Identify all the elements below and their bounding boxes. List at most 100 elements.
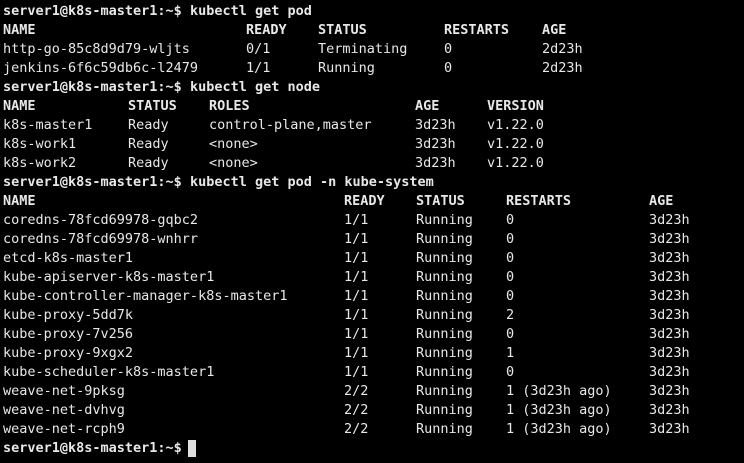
pod-name: weave-net-dvhvg: [3, 402, 125, 418]
pod-restarts: 0: [444, 60, 453, 76]
table-row: etcd-k8s-master1 1/1 Running 0 3d23h: [3, 249, 741, 268]
pod-ready: 1/1: [344, 231, 369, 247]
node-version: v1.22.0: [487, 117, 544, 133]
pod-ready: 1/1: [246, 60, 271, 76]
node-age: 3d23h: [415, 117, 456, 133]
pod-age: 3d23h: [649, 269, 690, 285]
pod-status: Running: [318, 60, 375, 76]
pod-restarts: 0: [506, 231, 515, 247]
pod-name: weave-net-9pksg: [3, 383, 125, 399]
pod-status: Running: [416, 250, 473, 266]
pod-status: Running: [416, 345, 473, 361]
pod-ready: 1/1: [344, 364, 369, 380]
pod-restarts: 2: [506, 307, 515, 323]
column-header-age: AGE: [415, 98, 440, 114]
column-header-name: NAME: [3, 193, 36, 209]
pod-name: kube-proxy-7v256: [3, 326, 134, 342]
node-roles: control-plane,master: [209, 117, 372, 133]
shell-prompt: server1@k8s-master1:~$: [3, 440, 182, 456]
pod-age: 3d23h: [649, 345, 690, 361]
pod-status: Running: [416, 402, 473, 418]
pod-age: 3d23h: [649, 421, 690, 437]
table-row: kube-apiserver-k8s-master1 1/1 Running 0 3d2…: [3, 268, 741, 287]
pod-name: kube-proxy-5dd7k: [3, 307, 134, 323]
table-row: kube-proxy-5dd7k 1/1 Running 2 3d23h: [3, 306, 741, 325]
table-header: NAME STATUS ROLES AGE VERSION: [3, 97, 741, 116]
pod-restarts: 0: [444, 41, 453, 57]
pod-ready: 1/1: [344, 269, 369, 285]
pod-ready: 2/2: [344, 383, 369, 399]
column-header-status: STATUS: [128, 98, 177, 114]
node-name: k8s-master1: [3, 117, 93, 133]
terminal-window[interactable]: server1@k8s-master1:~$ kubectl get pod N…: [0, 0, 744, 463]
column-header-age: AGE: [649, 193, 674, 209]
pod-status: Terminating: [318, 41, 408, 57]
node-status: Ready: [128, 155, 169, 171]
column-header-ready: READY: [246, 22, 287, 38]
command-line[interactable]: server1@k8s-master1:~$: [3, 439, 741, 458]
pod-restarts: 1 (3d23h ago): [506, 421, 612, 437]
table-row: k8s-work2 Ready <none> 3d23h v1.22.0: [3, 154, 741, 173]
shell-prompt: server1@k8s-master1:~$: [3, 174, 182, 190]
pod-name: kube-apiserver-k8s-master1: [3, 269, 215, 285]
pod-age: 3d23h: [649, 402, 690, 418]
pod-ready: 0/1: [246, 41, 271, 57]
node-roles: <none>: [209, 155, 258, 171]
pod-name: kube-controller-manager-k8s-master1: [3, 288, 288, 304]
column-header-restarts: RESTARTS: [444, 22, 510, 38]
pod-status: Running: [416, 231, 473, 247]
table-row: jenkins-6f6c59db6c-l2479 1/1 Running 0 2d23h: [3, 59, 741, 78]
pod-restarts: 0: [506, 288, 515, 304]
pod-restarts: 0: [506, 212, 515, 228]
pod-age: 3d23h: [649, 212, 690, 228]
pod-status: Running: [416, 326, 473, 342]
pod-age: 3d23h: [649, 250, 690, 266]
pod-age: 3d23h: [649, 231, 690, 247]
pod-restarts: 1 (3d23h ago): [506, 383, 612, 399]
node-version: v1.22.0: [487, 136, 544, 152]
pod-status: Running: [416, 307, 473, 323]
pod-status: Running: [416, 383, 473, 399]
pod-restarts: 1: [506, 345, 515, 361]
column-header-name: NAME: [3, 98, 36, 114]
table-row: k8s-work1 Ready <none> 3d23h v1.22.0: [3, 135, 741, 154]
pod-ready: 2/2: [344, 402, 369, 418]
pod-name: kube-proxy-9xgx2: [3, 345, 134, 361]
pod-name: etcd-k8s-master1: [3, 250, 134, 266]
column-header-age: AGE: [542, 22, 567, 38]
table-header: NAME READY STATUS RESTARTS AGE: [3, 192, 741, 211]
pod-name: coredns-78fcd69978-wnhrr: [3, 231, 199, 247]
node-status: Ready: [128, 117, 169, 133]
table-row: kube-scheduler-k8s-master1 1/1 Running 0 3d2…: [3, 363, 741, 382]
command-line: server1@k8s-master1:~$ kubectl get node: [3, 78, 741, 97]
command-text: kubectl get node: [189, 79, 320, 95]
pod-ready: 1/1: [344, 288, 369, 304]
pod-name: http-go-85c8d9d79-wljts: [3, 41, 190, 57]
table-row: kube-proxy-9xgx2 1/1 Running 1 3d23h: [3, 344, 741, 363]
node-name: k8s-work2: [3, 155, 77, 171]
column-header-status: STATUS: [318, 22, 367, 38]
command-text: kubectl get pod: [189, 3, 312, 19]
pod-age: 3d23h: [649, 288, 690, 304]
command-text: kubectl get pod -n kube-system: [189, 174, 434, 190]
pod-restarts: 0: [506, 250, 515, 266]
pod-restarts: 1 (3d23h ago): [506, 402, 612, 418]
pod-restarts: 0: [506, 364, 515, 380]
pod-name: weave-net-rcph9: [3, 421, 125, 437]
column-header-name: NAME: [3, 22, 36, 38]
node-status: Ready: [128, 136, 169, 152]
shell-prompt: server1@k8s-master1:~$: [3, 3, 182, 19]
pod-restarts: 0: [506, 326, 515, 342]
pod-ready: 1/1: [344, 345, 369, 361]
pod-status: Running: [416, 421, 473, 437]
table-row: kube-proxy-7v256 1/1 Running 0 3d23h: [3, 325, 741, 344]
pod-ready: 2/2: [344, 421, 369, 437]
pod-age: 2d23h: [542, 41, 583, 57]
table-row: weave-net-9pksg 2/2 Running 1 (3d23h ago) 3d…: [3, 382, 741, 401]
pod-restarts: 0: [506, 269, 515, 285]
table-row: coredns-78fcd69978-gqbc2 1/1 Running 0 3d23h: [3, 211, 741, 230]
column-header-restarts: RESTARTS: [506, 193, 572, 209]
pod-status: Running: [416, 288, 473, 304]
pod-ready: 1/1: [344, 250, 369, 266]
pod-ready: 1/1: [344, 326, 369, 342]
